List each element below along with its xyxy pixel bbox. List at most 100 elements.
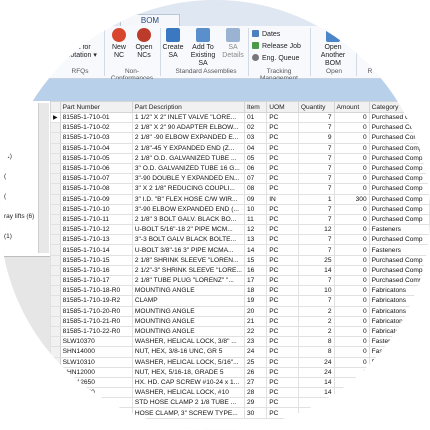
table-cell-item[interactable]: 21 xyxy=(243,315,268,327)
table-cell-qty[interactable]: 7 xyxy=(297,274,335,287)
table-cell-pn[interactable]: 81585-1-710-08 xyxy=(59,183,133,195)
current-row-indicator-icon[interactable]: ▶ xyxy=(50,111,61,124)
table-cell-amt[interactable]: 0 xyxy=(333,397,370,409)
row-indicator[interactable] xyxy=(50,397,61,409)
table-cell-desc[interactable]: MOUNTING ANGLE xyxy=(131,285,245,297)
table-cell-amt[interactable]: 0 xyxy=(333,407,370,419)
table-cell-cat[interactable]: Purchased Comp xyxy=(368,132,430,144)
row-indicator[interactable] xyxy=(50,285,61,297)
dates-button[interactable]: Dates xyxy=(252,30,280,40)
table-cell-pn[interactable]: SHC12650 xyxy=(59,376,133,389)
table-cell-cat[interactable]: Fabricatons xyxy=(368,325,430,338)
row-indicator[interactable] xyxy=(50,213,61,226)
table-row[interactable]: ▶ 81585-1-710-01 1 1/2" X 2" INLET VALVE "… xyxy=(50,111,430,124)
table-cell-item[interactable]: 19 xyxy=(243,295,268,307)
table-cell-uom[interactable]: PC xyxy=(266,315,299,327)
row-indicator[interactable] xyxy=(50,336,61,348)
table-cell-qty[interactable]: 24 xyxy=(297,366,335,378)
table-cell-uom[interactable]: PC xyxy=(266,305,299,317)
table-cell-amt[interactable]: 0 xyxy=(333,234,370,246)
table-cell-item[interactable]: 04 xyxy=(243,142,268,154)
table-cell-uom[interactable]: PC xyxy=(266,142,299,154)
table-cell-amt[interactable]: 0 xyxy=(333,346,370,358)
re-bom-button[interactable]: Re BOM xyxy=(358,28,382,60)
table-cell-uom[interactable]: PC xyxy=(266,325,299,338)
row-indicator[interactable] xyxy=(50,356,61,368)
table-cell-cat[interactable]: Purchased Comp xyxy=(368,254,430,266)
table-row[interactable]: 81585-1-710-22-R0 MOUNTING ANGLE 22 PC 2 0 Fab… xyxy=(50,325,430,338)
table-cell-qty[interactable]: 7 xyxy=(297,173,335,185)
table-cell-qty[interactable]: 2 xyxy=(297,305,335,317)
table-cell-pn[interactable]: 81585-1-710-14 xyxy=(59,244,133,256)
table-cell-amt[interactable]: 0 xyxy=(333,132,370,144)
row-indicator[interactable] xyxy=(50,122,61,134)
row-indicator[interactable] xyxy=(50,244,61,256)
row-indicator[interactable] xyxy=(50,264,61,277)
table-cell-item[interactable]: 01 xyxy=(243,111,268,124)
table-cell-amt[interactable]: 0 xyxy=(333,162,370,175)
table-cell-uom[interactable]: PC xyxy=(266,336,299,348)
table-cell-desc[interactable]: 2 1/8" SHRINK SLEEVE "LOREN... xyxy=(131,254,245,266)
table-cell-pn[interactable]: 81585-1-710-16 xyxy=(59,264,133,277)
table-cell-item[interactable]: 06 xyxy=(243,162,268,175)
table-cell-uom[interactable]: PC xyxy=(266,152,299,164)
table-cell-uom[interactable]: PC xyxy=(266,244,299,256)
row-indicator[interactable] xyxy=(50,234,61,246)
table-cell-cat[interactable]: Fasteners xyxy=(368,336,430,348)
table-cell-pn[interactable]: 81585-1-710-01 xyxy=(59,111,133,124)
table-row[interactable]: SHN10050 STD HOSE CLAMP 2 1/8 TUBE ... 29 P… xyxy=(50,397,430,409)
table-cell-uom[interactable]: PC xyxy=(266,162,299,175)
tree-item[interactable]: ray lifts (6) xyxy=(4,213,34,220)
column-header[interactable]: Part Number xyxy=(59,101,133,113)
table-cell-pn[interactable]: 81585-1-710-11 xyxy=(59,213,133,226)
table-cell-desc[interactable]: MOUNTING ANGLE xyxy=(131,315,245,327)
table-cell-amt[interactable]: 0 xyxy=(333,244,370,256)
table-cell-desc[interactable]: 2 1/8" O.D. GALVANIZED TUBE ... xyxy=(131,152,245,164)
table-cell-uom[interactable]: PC xyxy=(266,122,299,134)
table-cell-cat[interactable]: Fasteners xyxy=(368,366,430,378)
table-cell-item[interactable]: 28 xyxy=(243,387,268,399)
table-row[interactable]: 81585-1-710-04 2 1/8"-45 Y EXPANDED END (… xyxy=(50,142,430,154)
table-cell-cat[interactable]: Purchased Comp xyxy=(368,111,430,124)
table-row[interactable]: 81585-1-710-18-R0 MOUNTING ANGLE 18 PC 10 0 Fa… xyxy=(50,285,430,297)
table-row[interactable]: 81585-1-710-19-R2 CLAMP 19 PC 7 0 Fabricatons xyxy=(50,295,430,307)
table-cell-qty[interactable]: 7 xyxy=(297,244,335,256)
table-cell-cat[interactable]: Fabricatons xyxy=(368,295,430,307)
table-row[interactable]: 81585-1-710-13 3"-3 BOLT GALV BLACK BOLTE… xyxy=(50,234,430,246)
table-cell-uom[interactable]: PC xyxy=(266,295,299,307)
table-cell-cat[interactable]: Purchased Comp xyxy=(368,234,430,246)
table-cell-uom[interactable]: PC xyxy=(266,183,299,195)
column-header[interactable]: Amount xyxy=(333,101,370,113)
table-cell-desc[interactable]: 3" X 2 1/8" REDUCING COUPLI... xyxy=(131,183,245,195)
open-ncs-button[interactable]: Open NCs xyxy=(132,28,156,60)
table-cell-desc[interactable]: NUT, HEX, 5/16-18, GRADE 5 xyxy=(131,366,245,378)
table-cell-uom[interactable]: IN xyxy=(266,193,299,205)
row-indicator[interactable] xyxy=(50,173,61,185)
table-cell-qty[interactable]: 7 xyxy=(297,183,335,195)
table-cell-pn[interactable]: 81585-1-710-06 xyxy=(59,162,133,175)
table-cell-pn[interactable]: 81585-1-710-18-R0 xyxy=(59,285,133,297)
table-row[interactable]: 81585-1-710-16 2 1/2"-3" SHRINK SLEEVE "L… xyxy=(50,264,430,277)
table-cell-qty[interactable]: 7 xyxy=(297,295,335,307)
table-cell-qty[interactable]: 7 xyxy=(297,213,335,226)
table-cell-uom[interactable]: PC xyxy=(266,285,299,297)
table-cell-desc[interactable]: 3"-3 BOLT GALV BLACK BOLTE... xyxy=(131,234,245,246)
create-sa-button[interactable]: Create SA xyxy=(162,28,184,60)
table-cell-cat[interactable]: Fasteners xyxy=(368,356,430,368)
table-cell-qty[interactable]: 7 xyxy=(297,142,335,154)
table-cell-cat[interactable]: Fasteners xyxy=(368,346,430,358)
table-row[interactable]: SHN10100 HOSE CLAMP, 3" SCREW TYPE... 30 PC… xyxy=(50,407,430,419)
table-row[interactable]: SLW10150 WASHER, HELICAL LOCK, #10 28 PC 14 0… xyxy=(50,387,430,399)
table-cell-qty[interactable]: 7 xyxy=(297,162,335,175)
row-indicator[interactable] xyxy=(50,132,61,144)
table-cell-qty[interactable]: 14 xyxy=(297,397,335,409)
row-indicator[interactable] xyxy=(50,152,61,164)
table-cell-pn[interactable]: 81585-1-710-05 xyxy=(59,152,133,164)
table-cell-desc[interactable]: 3" O.D. GALVANIZED TUBE 16 G... xyxy=(131,162,245,175)
table-cell-desc[interactable]: WASHER, HELICAL LOCK, 5/16"... xyxy=(131,356,245,368)
table-cell-uom[interactable]: PC xyxy=(266,264,299,277)
table-cell-desc[interactable]: 3"-90 ELBOW EXPANDED END (... xyxy=(131,203,245,215)
table-cell-item[interactable]: 23 xyxy=(243,336,268,348)
table-row[interactable]: 81585-1-710-06 3" O.D. GALVANIZED TUBE 16… xyxy=(50,162,430,175)
table-cell-cat[interactable]: Purchased Comp xyxy=(368,203,430,215)
